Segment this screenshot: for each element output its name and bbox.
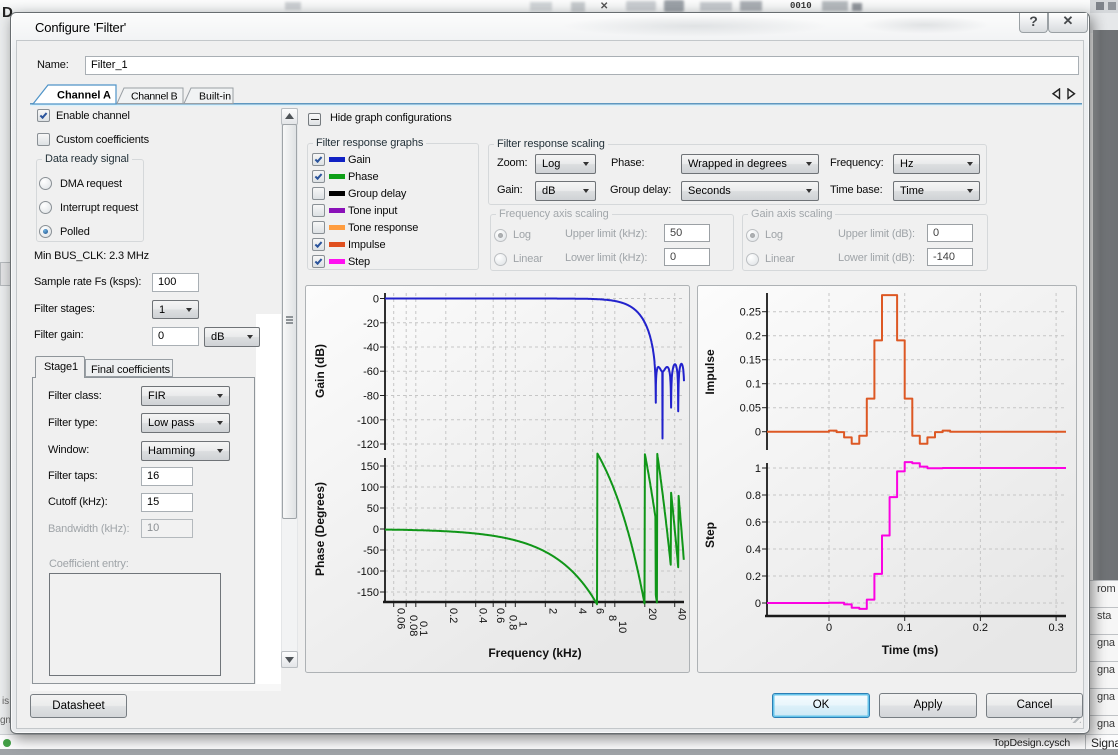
svg-text:50: 50 — [367, 503, 379, 515]
svg-text:4: 4 — [576, 608, 588, 614]
svg-text:0.2: 0.2 — [746, 331, 761, 343]
svg-text:100: 100 — [361, 482, 379, 494]
svg-text:-100: -100 — [357, 566, 379, 578]
svg-text:0.1: 0.1 — [417, 621, 429, 636]
svg-text:0: 0 — [755, 427, 761, 439]
svg-text:-50: -50 — [363, 545, 379, 557]
svg-text:0: 0 — [373, 294, 379, 306]
svg-text:Channel B: Channel B — [131, 91, 178, 103]
svg-text:-120: -120 — [357, 439, 379, 451]
svg-text:0: 0 — [755, 598, 761, 610]
svg-text:40: 40 — [676, 608, 688, 620]
svg-text:Step: Step — [703, 522, 717, 548]
svg-text:0.1: 0.1 — [746, 379, 761, 391]
svg-text:0.15: 0.15 — [740, 355, 761, 367]
svg-text:0: 0 — [826, 622, 832, 634]
svg-text:Gain (dB): Gain (dB) — [313, 344, 327, 398]
svg-text:1: 1 — [516, 621, 528, 627]
svg-text:-100: -100 — [357, 415, 379, 427]
svg-text:6: 6 — [594, 608, 606, 614]
svg-text:20: 20 — [646, 608, 658, 620]
svg-text:Phase (Degrees): Phase (Degrees) — [313, 482, 327, 576]
svg-text:Frequency (kHz): Frequency (kHz) — [488, 646, 581, 660]
svg-text:-150: -150 — [357, 587, 379, 599]
svg-text:10: 10 — [616, 621, 628, 633]
svg-text:Channel A: Channel A — [57, 90, 111, 102]
svg-text:-60: -60 — [363, 366, 379, 378]
svg-text:0.06: 0.06 — [395, 608, 407, 629]
svg-text:-80: -80 — [363, 391, 379, 403]
svg-text:0.4: 0.4 — [746, 544, 761, 556]
svg-text:0.2: 0.2 — [973, 622, 988, 634]
svg-text:0.3: 0.3 — [1048, 622, 1063, 634]
svg-text:0: 0 — [373, 524, 379, 536]
svg-text:0.4: 0.4 — [477, 608, 489, 623]
svg-text:0.2: 0.2 — [746, 571, 761, 583]
svg-text:0.8: 0.8 — [746, 490, 761, 502]
svg-text:-40: -40 — [363, 342, 379, 354]
svg-text:Built-in: Built-in — [199, 91, 231, 103]
svg-text:-20: -20 — [363, 318, 379, 330]
svg-text:Impulse: Impulse — [703, 349, 717, 395]
svg-text:150: 150 — [361, 461, 379, 473]
svg-text:1: 1 — [755, 463, 761, 475]
svg-text:0.2: 0.2 — [447, 608, 459, 623]
svg-text:0.25: 0.25 — [740, 307, 761, 319]
svg-text:Time (ms): Time (ms) — [882, 643, 938, 657]
svg-text:0.05: 0.05 — [740, 403, 761, 415]
svg-text:0.6: 0.6 — [494, 608, 506, 623]
svg-text:0.1: 0.1 — [897, 622, 912, 634]
svg-text:2: 2 — [546, 608, 558, 614]
svg-text:0.6: 0.6 — [746, 517, 761, 529]
